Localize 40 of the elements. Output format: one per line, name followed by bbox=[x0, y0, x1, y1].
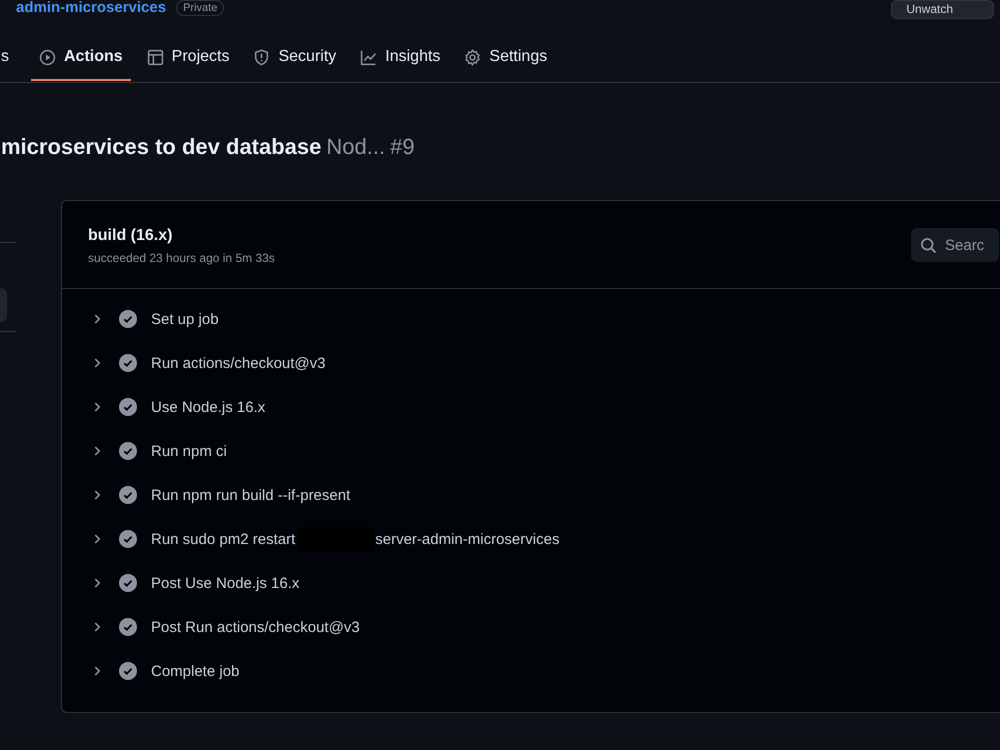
check-circle-icon bbox=[119, 442, 137, 460]
search-icon bbox=[920, 237, 937, 254]
play-icon bbox=[39, 48, 56, 66]
job-status: succeeded 23 hours ago in 5m 33s bbox=[88, 251, 275, 265]
check-circle-icon bbox=[119, 310, 137, 328]
check-circle-icon bbox=[119, 354, 137, 372]
table-icon bbox=[146, 48, 164, 66]
job-name: build (16.x) bbox=[88, 227, 174, 245]
step-name[interactable]: Use Node.js 16.x bbox=[151, 398, 266, 416]
step-name[interactable]: server-admin-microservices bbox=[375, 530, 560, 548]
nav-tab[interactable]: Settings bbox=[456, 41, 556, 81]
step-name[interactable]: Post Run actions/checkout@v3 bbox=[151, 618, 360, 636]
run-number: #9 bbox=[390, 133, 415, 161]
nav-tab[interactable]: Actions bbox=[31, 41, 131, 81]
run-title: microservices to dev database bbox=[1, 133, 322, 161]
settings-icon bbox=[464, 48, 482, 66]
step-name[interactable]: Set up job bbox=[151, 310, 219, 328]
step-name[interactable]: Post Use Node.js 16.x bbox=[151, 574, 300, 592]
visibility-badge: Private bbox=[176, 0, 224, 16]
check-circle-icon bbox=[119, 662, 137, 680]
repo-name[interactable]: admin-microservices bbox=[16, 0, 166, 16]
step-name[interactable]: Run actions/checkout@v3 bbox=[151, 354, 326, 372]
unwatch-button[interactable]: Unwatch bbox=[891, 0, 994, 19]
nav-tab[interactable]: s bbox=[0, 41, 17, 81]
step-name[interactable]: Run npm run build --if-present bbox=[151, 486, 350, 504]
shield-icon bbox=[253, 48, 270, 66]
graph-icon bbox=[360, 48, 378, 66]
nav-tab[interactable]: Security bbox=[245, 41, 344, 81]
check-circle-icon bbox=[119, 618, 137, 636]
nav-tab[interactable]: Projects bbox=[138, 41, 238, 81]
check-circle-icon bbox=[119, 530, 137, 548]
check-circle-icon bbox=[119, 574, 137, 592]
step-name[interactable]: Run sudo pm2 restart bbox=[151, 530, 296, 548]
step-name[interactable]: Run npm ci bbox=[151, 442, 227, 460]
workflow-name: Nod... bbox=[326, 133, 386, 161]
check-circle-icon bbox=[119, 398, 137, 416]
step-name[interactable]: Complete job bbox=[151, 662, 240, 680]
search-field[interactable]: Searc bbox=[911, 228, 999, 262]
check-circle-icon bbox=[119, 486, 137, 504]
nav-tab[interactable]: Insights bbox=[352, 41, 448, 81]
